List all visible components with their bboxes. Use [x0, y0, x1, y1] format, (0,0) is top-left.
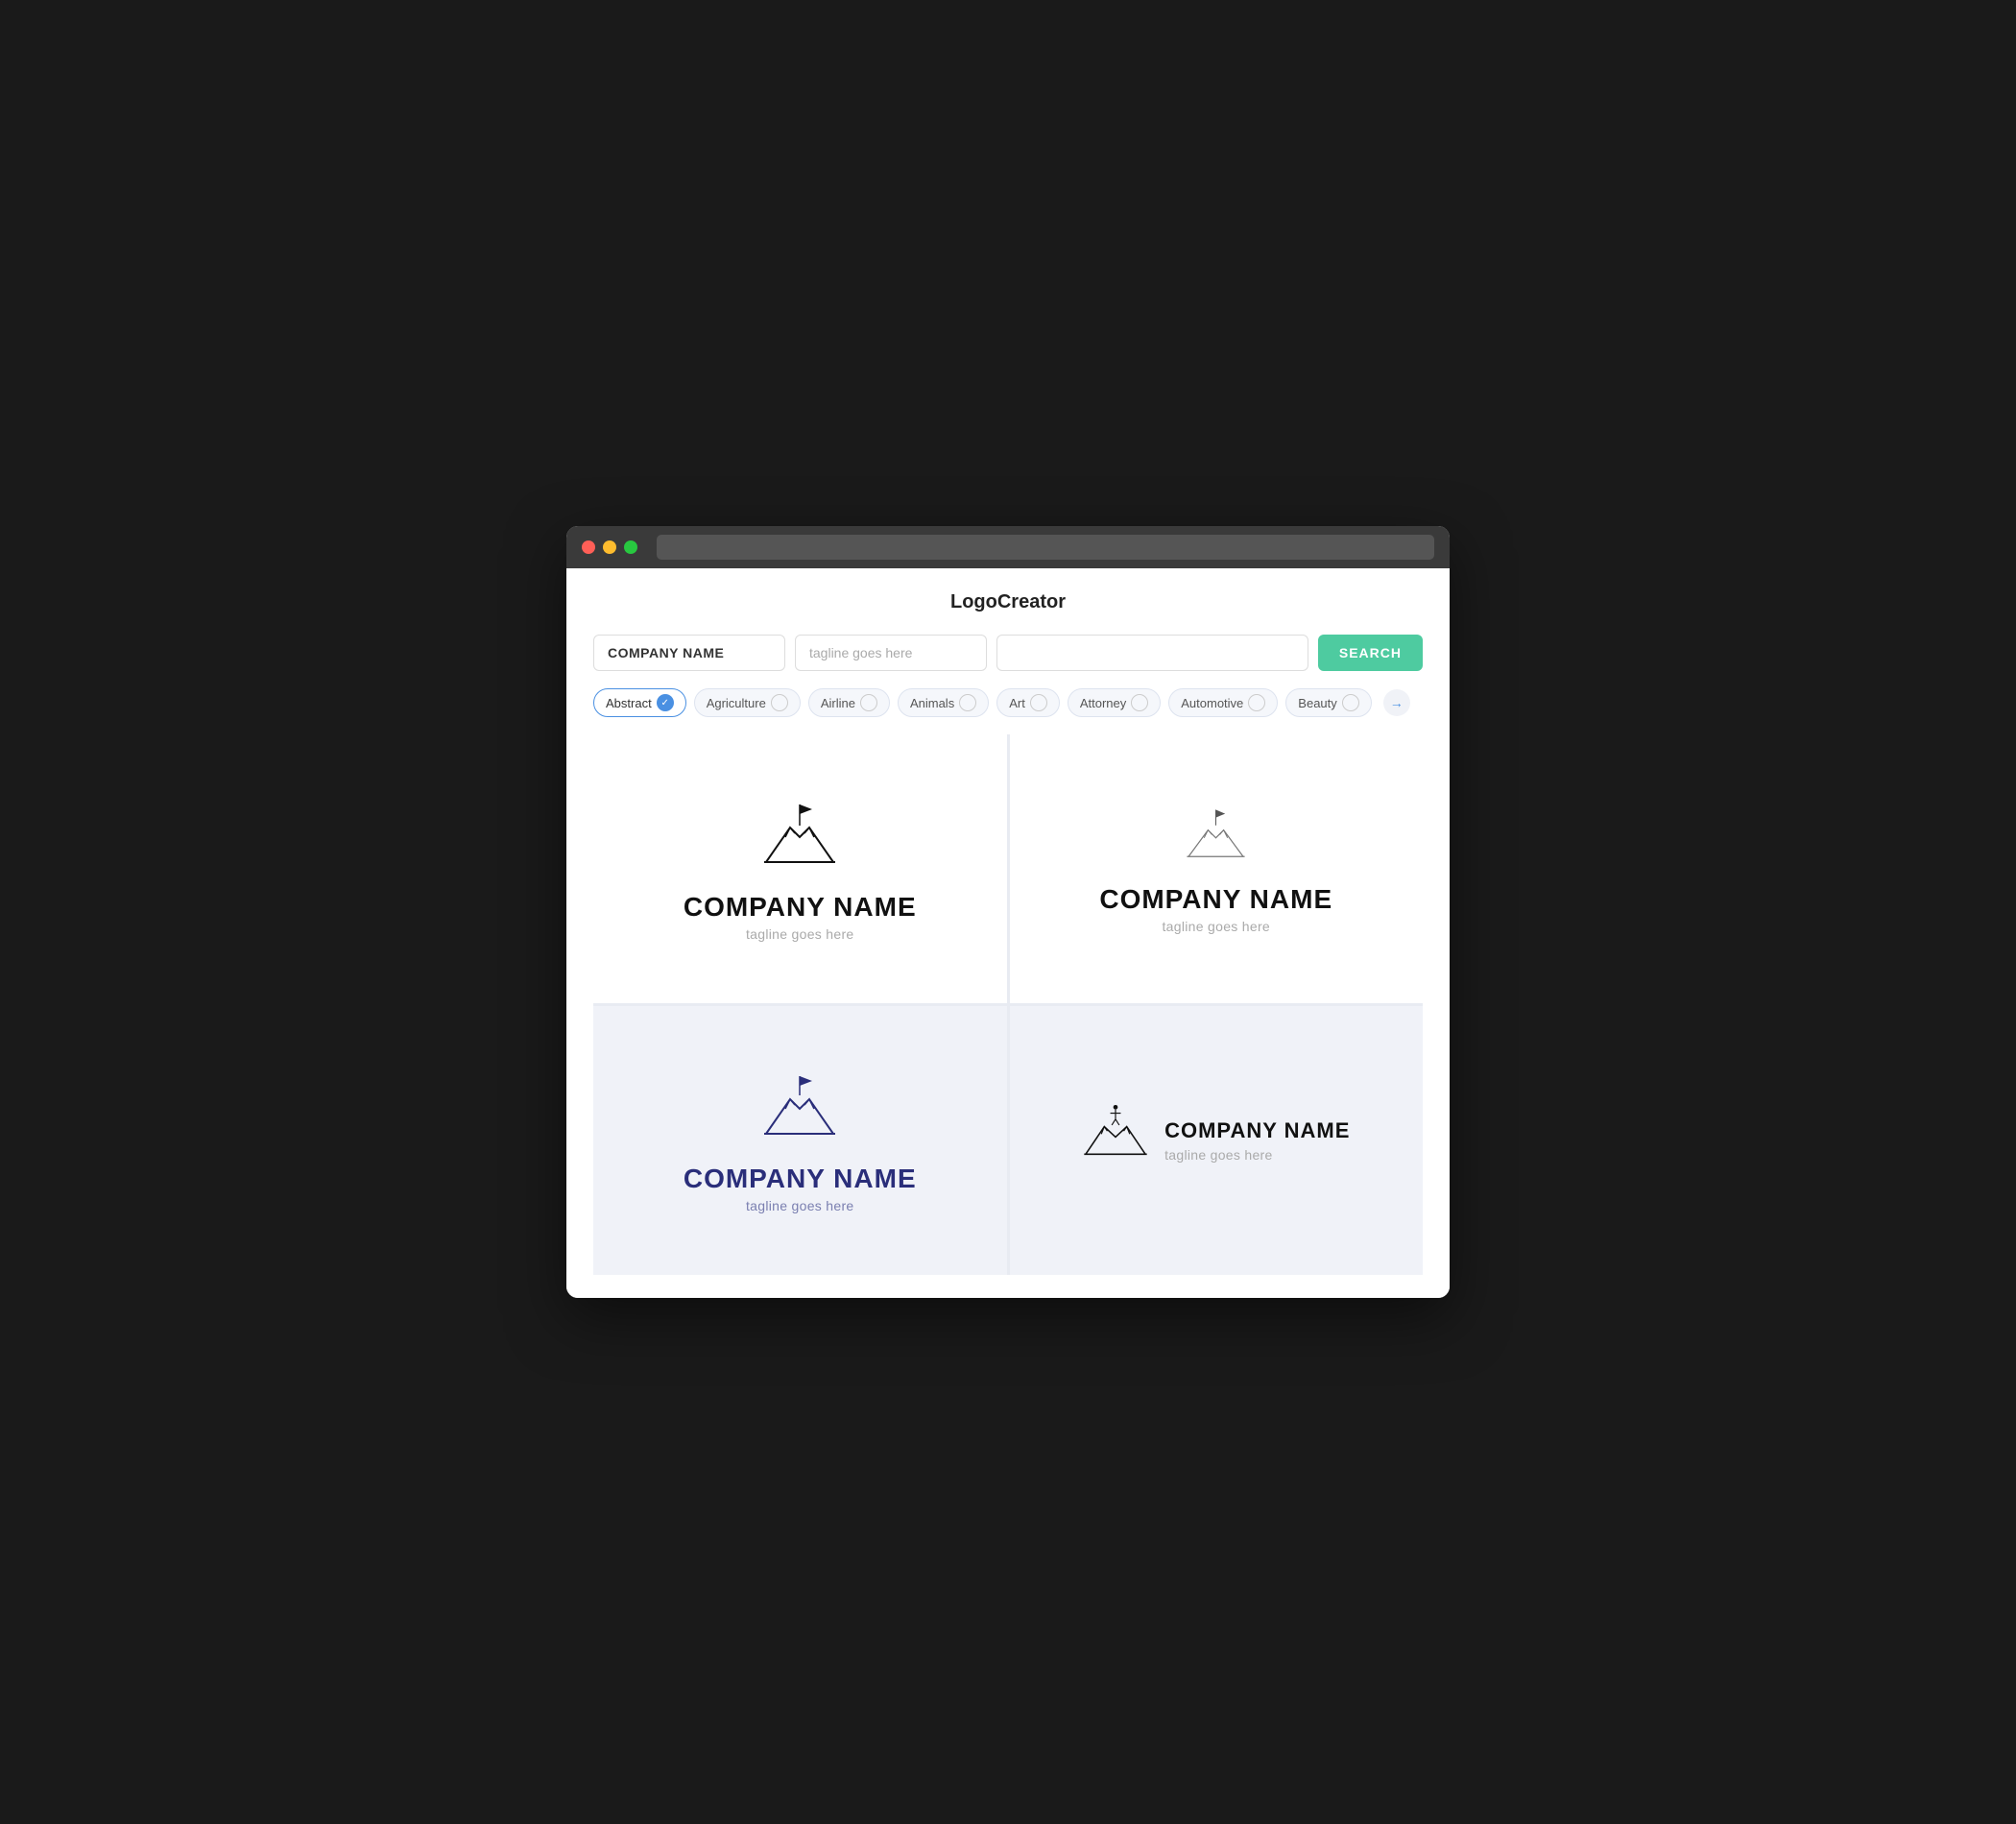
browser-titlebar	[566, 526, 1450, 568]
filter-chip-animals[interactable]: Animals ✓	[898, 688, 989, 717]
logo-grid: COMPANY NAME tagline goes here COMPANY N…	[593, 734, 1423, 1275]
logo-icon-4	[1082, 1098, 1149, 1170]
browser-window: LogoCreator SEARCH Abstract ✓ Agriculture ✓…	[566, 526, 1450, 1298]
filter-label-abstract: Abstract	[606, 696, 652, 710]
tagline-input[interactable]	[795, 635, 987, 671]
logo-company-name-4: COMPANY NAME	[1164, 1118, 1350, 1143]
check-icon-beauty: ✓	[1342, 694, 1359, 711]
logo-text-4: COMPANY NAME tagline goes here	[1164, 1118, 1350, 1163]
filter-label-agriculture: Agriculture	[707, 696, 766, 710]
check-icon-automotive: ✓	[1248, 694, 1265, 711]
logo-company-name-3: COMPANY NAME	[684, 1164, 917, 1194]
filter-label-animals: Animals	[910, 696, 954, 710]
address-bar	[657, 535, 1434, 560]
filter-chip-abstract[interactable]: Abstract ✓	[593, 688, 686, 717]
search-button[interactable]: SEARCH	[1318, 635, 1423, 671]
logo-tagline-4: tagline goes here	[1164, 1147, 1350, 1163]
check-icon-abstract: ✓	[657, 694, 674, 711]
logo-icon-2	[1180, 804, 1252, 871]
filter-label-automotive: Automotive	[1181, 696, 1243, 710]
check-icon-animals: ✓	[959, 694, 976, 711]
filter-chip-attorney[interactable]: Attorney ✓	[1068, 688, 1161, 717]
filter-chip-airline[interactable]: Airline ✓	[808, 688, 890, 717]
app-content: LogoCreator SEARCH Abstract ✓ Agriculture ✓…	[566, 568, 1450, 1298]
logo-card-1[interactable]: COMPANY NAME tagline goes here	[593, 734, 1007, 1003]
filter-next-button[interactable]: →	[1383, 689, 1410, 716]
filter-bar: Abstract✓Agriculture✓Airline✓Animals✓Art…	[593, 688, 1423, 717]
check-icon-agriculture: ✓	[771, 694, 788, 711]
search-bar: SEARCH	[593, 635, 1423, 671]
logo-tagline-1: tagline goes here	[746, 926, 854, 942]
check-icon-attorney: ✓	[1131, 694, 1148, 711]
company-name-input[interactable]	[593, 635, 785, 671]
filter-chip-automotive[interactable]: Automotive ✓	[1168, 688, 1278, 717]
traffic-light-green[interactable]	[624, 540, 637, 554]
traffic-light-yellow[interactable]	[603, 540, 616, 554]
logo-card-2[interactable]: COMPANY NAME tagline goes here	[1010, 734, 1424, 1003]
logo-icon-3	[756, 1068, 843, 1150]
filter-label-beauty: Beauty	[1298, 696, 1336, 710]
filter-chip-agriculture[interactable]: Agriculture ✓	[694, 688, 801, 717]
filter-label-airline: Airline	[821, 696, 855, 710]
traffic-light-red[interactable]	[582, 540, 595, 554]
filter-chip-beauty[interactable]: Beauty ✓	[1285, 688, 1371, 717]
logo-tagline-2: tagline goes here	[1162, 919, 1270, 934]
logo-company-name-2: COMPANY NAME	[1099, 884, 1332, 915]
logo-company-name-1: COMPANY NAME	[684, 892, 917, 923]
check-icon-airline: ✓	[860, 694, 877, 711]
filter-label-art: Art	[1009, 696, 1025, 710]
logo-card-4[interactable]: COMPANY NAME tagline goes here	[1010, 1006, 1424, 1275]
app-title: LogoCreator	[593, 591, 1423, 613]
logo-card-3[interactable]: COMPANY NAME tagline goes here	[593, 1006, 1007, 1275]
filter-label-attorney: Attorney	[1080, 696, 1126, 710]
keyword-input[interactable]	[996, 635, 1308, 671]
check-icon-art: ✓	[1030, 694, 1047, 711]
filter-chip-art[interactable]: Art ✓	[996, 688, 1060, 717]
logo-icon-1	[756, 797, 843, 878]
logo-tagline-3: tagline goes here	[746, 1198, 854, 1213]
